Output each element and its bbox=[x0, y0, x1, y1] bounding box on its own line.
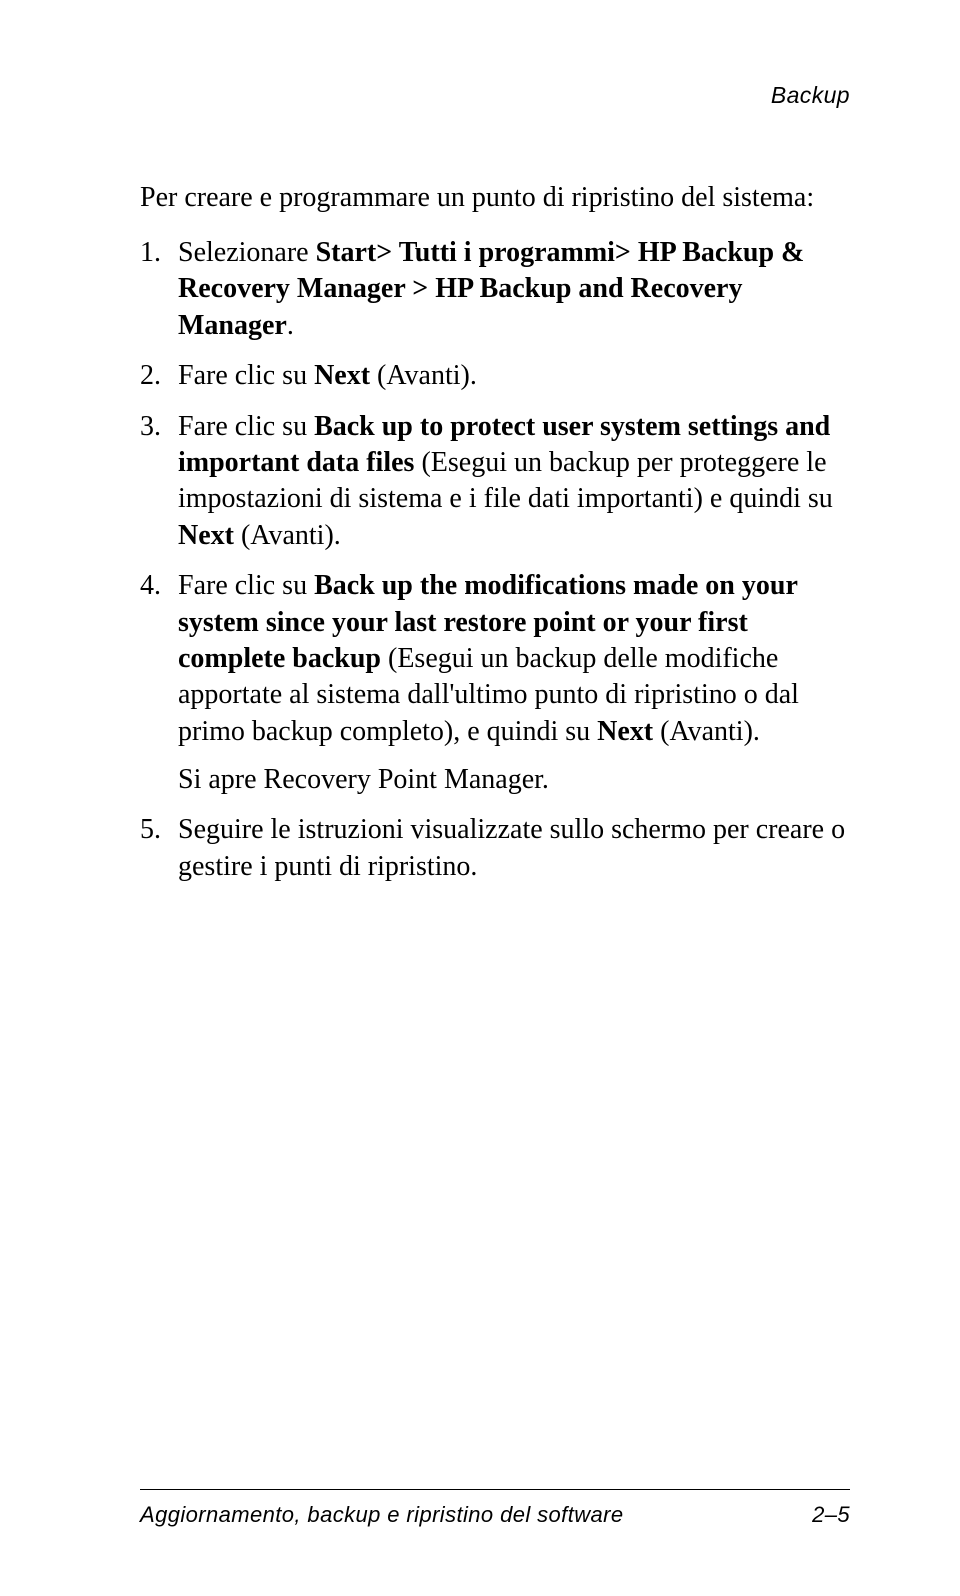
step-2: Fare clic su Next (Avanti). bbox=[140, 358, 850, 394]
footer-left: Aggiornamento, backup e ripristino del s… bbox=[140, 1502, 624, 1528]
step4-sub: Si apre Recovery Point Manager. bbox=[178, 762, 850, 798]
step3-bold2: Next bbox=[178, 520, 234, 551]
footer-right: 2–5 bbox=[812, 1502, 850, 1528]
step1-post: . bbox=[287, 310, 294, 341]
main-content: Per creare e programmare un punto di rip… bbox=[140, 180, 850, 885]
step-5: Seguire le istruzioni visualizzate sullo… bbox=[140, 812, 850, 885]
step3-pre: Fare clic su bbox=[178, 411, 314, 442]
steps-list: Selezionare Start> Tutti i programmi> HP… bbox=[140, 235, 850, 885]
step-4: Fare clic su Back up the modifications m… bbox=[140, 568, 850, 798]
step2-post: (Avanti). bbox=[370, 360, 477, 391]
step3-post: (Avanti). bbox=[234, 520, 341, 551]
step1-pre: Selezionare bbox=[178, 237, 316, 268]
step2-pre: Fare clic su bbox=[178, 360, 314, 391]
intro-text: Per creare e programmare un punto di rip… bbox=[140, 180, 850, 215]
step4-bold2: Next bbox=[597, 716, 653, 747]
step-1: Selezionare Start> Tutti i programmi> HP… bbox=[140, 235, 850, 344]
step2-bold: Next bbox=[314, 360, 370, 391]
step5-text: Seguire le istruzioni visualizzate sullo… bbox=[178, 814, 845, 881]
page-footer: Aggiornamento, backup e ripristino del s… bbox=[140, 1489, 850, 1528]
running-header: Backup bbox=[771, 82, 850, 109]
step4-pre: Fare clic su bbox=[178, 570, 314, 601]
step-3: Fare clic su Back up to protect user sys… bbox=[140, 409, 850, 555]
step4-post: (Avanti). bbox=[653, 716, 760, 747]
